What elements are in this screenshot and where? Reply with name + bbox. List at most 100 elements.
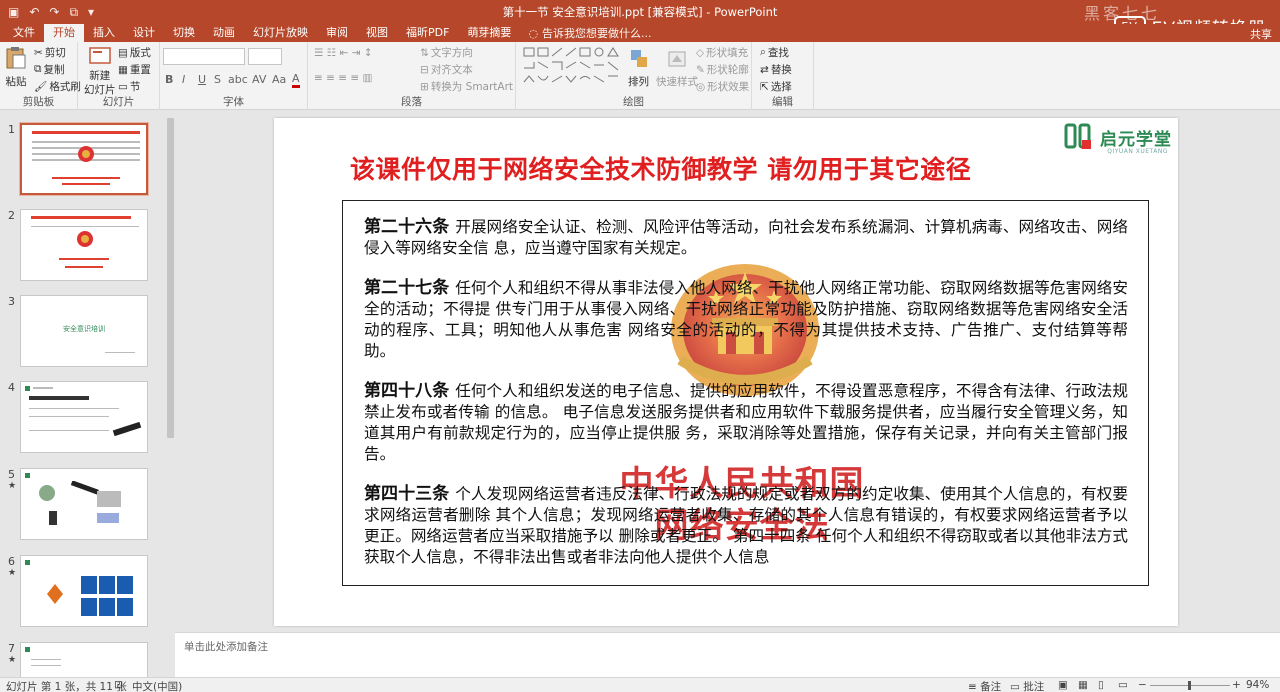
share-button[interactable]: 共享 bbox=[1250, 26, 1272, 42]
thumb-number: 1 bbox=[8, 123, 15, 136]
redo-icon[interactable]: ↷ bbox=[49, 5, 59, 19]
animation-star-icon: ★ bbox=[8, 655, 17, 665]
thumb-caption: 安全意识培训 bbox=[63, 325, 105, 333]
tab-foxit-pdf[interactable]: 福昕PDF bbox=[397, 24, 458, 42]
slideshow-icon[interactable]: ⧉ bbox=[69, 5, 78, 20]
slide-thumbnail-panel: 1 2 3 安全意识培训 4 5 ★ 6 ★ 7 ★ bbox=[0, 111, 165, 677]
slideshow-view-icon[interactable]: ▭ bbox=[1118, 679, 1128, 691]
slide-thumbnail-5[interactable] bbox=[20, 468, 148, 540]
select-button[interactable]: ⇱ 选择 bbox=[760, 79, 792, 94]
save-icon[interactable]: ▣ bbox=[8, 5, 19, 19]
illustration-thumb-icon bbox=[39, 481, 121, 525]
smartart-button[interactable]: ⊞ 转换为 SmartArt bbox=[420, 79, 513, 94]
char-spacing-button[interactable]: AV bbox=[252, 73, 266, 86]
article-43: 第四十三条 个人发现网络运营者违反法律、行政法规的规定或者双方的约定收集、使用其个… bbox=[364, 484, 1128, 566]
italic-button[interactable]: I bbox=[182, 73, 185, 86]
text-direction-icon: ⇅ bbox=[420, 46, 429, 59]
reading-view-icon[interactable]: ▯ bbox=[1098, 679, 1104, 691]
brush-icon: 🖌 bbox=[34, 81, 48, 93]
font-name-input[interactable] bbox=[163, 48, 245, 65]
tell-me-box[interactable]: ◌ 告诉我您想要做什么... bbox=[520, 24, 651, 42]
font-size-input[interactable] bbox=[248, 48, 282, 65]
ribbon-home: 粘贴 ✂ 剪切 ⧉ 复制 🖌 格式刷 剪贴板 新建 幻灯片 ▤ 版式 ▦ 重置 ▭ 节 幻灯… bbox=[0, 42, 1280, 110]
article-26: 第二十六条 开展网络安全认证、检测、风险评估等活动，向社会发布系统漏洞、计算机病毒… bbox=[364, 217, 1128, 257]
slide-thumbnail-3[interactable]: 安全意识培训 bbox=[20, 295, 148, 367]
thumbnail-scroll-thumb[interactable] bbox=[167, 118, 174, 438]
warning-signs-thumb-icon bbox=[47, 576, 133, 616]
new-slide-button[interactable]: 新建 幻灯片 bbox=[84, 46, 116, 96]
tab-file[interactable]: 文件 bbox=[4, 24, 44, 42]
slide-count: 幻灯片 第 1 张，共 11 张 bbox=[6, 681, 127, 692]
tab-design[interactable]: 设计 bbox=[124, 24, 164, 42]
slide-thumbnail-1[interactable] bbox=[19, 122, 149, 196]
quick-styles-button[interactable]: 快速样式 bbox=[656, 48, 698, 89]
spellcheck-icon[interactable]: ⊡ bbox=[114, 679, 123, 691]
slide-thumbnail-4[interactable] bbox=[20, 381, 148, 453]
replace-button[interactable]: ⇄ 替换 bbox=[760, 62, 792, 77]
undo-icon[interactable]: ↶ bbox=[29, 5, 39, 19]
lightbulb-icon: ◌ bbox=[528, 26, 539, 40]
slides-group: 新建 幻灯片 ▤ 版式 ▦ 重置 ▭ 节 幻灯片 bbox=[78, 42, 160, 110]
slide-thumbnail-7[interactable] bbox=[20, 642, 148, 677]
thumb-number: 3 bbox=[8, 295, 15, 308]
clipboard-label: 剪贴板 bbox=[22, 96, 55, 108]
reset-button[interactable]: ▦ 重置 bbox=[118, 62, 151, 77]
animation-star-icon: ★ bbox=[8, 481, 17, 491]
tab-review[interactable]: 审阅 bbox=[317, 24, 357, 42]
align-buttons[interactable]: ≡ ≡ ≡ ≡ ▥ bbox=[314, 72, 372, 84]
copy-button[interactable]: ⧉ 复制 bbox=[34, 62, 65, 77]
tab-transitions[interactable]: 切换 bbox=[164, 24, 204, 42]
align-text-button[interactable]: ⊟ 对齐文本 bbox=[420, 62, 473, 77]
slide-thumbnail-2[interactable] bbox=[20, 209, 148, 281]
zoom-out-icon[interactable]: − bbox=[1138, 679, 1147, 691]
bullets-button[interactable]: ☰ ☷ ⇤ ⇥ ↕ bbox=[314, 47, 373, 59]
find-button[interactable]: ⌕ 查找 bbox=[760, 45, 789, 60]
format-painter-button[interactable]: 🖌 格式刷 bbox=[34, 79, 81, 94]
tab-home[interactable]: 开始 bbox=[44, 24, 84, 42]
effects-icon: ◎ bbox=[696, 80, 706, 93]
tab-insert[interactable]: 插入 bbox=[84, 24, 124, 42]
thumb-number: 6 bbox=[8, 555, 15, 568]
tab-summary[interactable]: 萌芽摘要 bbox=[458, 24, 520, 42]
section-button[interactable]: ▭ 节 bbox=[118, 79, 140, 94]
slide-sorter-icon[interactable]: ▦ bbox=[1078, 679, 1088, 691]
shadow-button[interactable]: abc bbox=[228, 73, 248, 86]
status-bar: 幻灯片 第 1 张，共 11 张 ⊡ 中文(中国) ≡ 备注 ▭ 批注 ▣ ▦ … bbox=[0, 677, 1280, 692]
zoom-in-icon[interactable]: + bbox=[1232, 679, 1241, 691]
shape-fill-button[interactable]: ◇ 形状填充 bbox=[696, 45, 748, 60]
tab-slideshow[interactable]: 幻灯片放映 bbox=[244, 24, 317, 42]
shapes-gallery-icon[interactable] bbox=[522, 46, 620, 92]
notes-toggle-button[interactable]: ≡ 备注 bbox=[968, 679, 1001, 692]
thumb-number: 7 bbox=[8, 642, 15, 655]
layout-button[interactable]: ▤ 版式 bbox=[118, 45, 151, 60]
arrange-button[interactable]: 排列 bbox=[628, 48, 649, 89]
notes-pane[interactable]: 单击此处添加备注 bbox=[175, 632, 1280, 677]
list-icon: ☰ ☷ ⇤ ⇥ ↕ bbox=[314, 47, 373, 59]
law-text-box[interactable]: 第二十六条 开展网络安全认证、检测、风险评估等活动，向社会发布系统漏洞、计算机病毒… bbox=[342, 200, 1149, 586]
align-icon: ≡ ≡ ≡ ≡ ▥ bbox=[314, 72, 373, 84]
shape-effects-button[interactable]: ◎ 形状效果 bbox=[696, 79, 749, 94]
thumb-number: 4 bbox=[8, 381, 15, 394]
align-text-icon: ⊟ bbox=[420, 63, 429, 76]
tab-view[interactable]: 视图 bbox=[357, 24, 397, 42]
normal-view-icon[interactable]: ▣ bbox=[1058, 679, 1068, 691]
comments-toggle-button[interactable]: ▭ 批注 bbox=[1010, 679, 1044, 692]
shape-outline-button[interactable]: ✎ 形状轮廓 bbox=[696, 62, 749, 77]
cut-button[interactable]: ✂ 剪切 bbox=[34, 45, 66, 60]
bold-button[interactable]: B bbox=[165, 73, 173, 86]
underline-button[interactable]: U bbox=[198, 73, 206, 86]
quick-styles-icon bbox=[668, 51, 686, 67]
slide-thumbnail-6[interactable] bbox=[20, 555, 148, 627]
text-direction-button[interactable]: ⇅ 文字方向 bbox=[420, 45, 473, 60]
customize-qat-icon[interactable]: ▾ bbox=[88, 5, 94, 19]
strikethrough-button[interactable]: S bbox=[214, 73, 221, 86]
slide-canvas[interactable]: 启元学堂 QIYUAN XUETANG 该课件仅用于网络安全技术防御教学 请勿用… bbox=[274, 118, 1178, 626]
paste-button[interactable]: 粘贴 bbox=[5, 46, 27, 89]
language-indicator[interactable]: 中文(中国) bbox=[132, 679, 182, 692]
change-case-button[interactable]: Aa bbox=[272, 73, 286, 86]
zoom-slider-thumb[interactable] bbox=[1188, 681, 1191, 690]
tell-me-placeholder: 告诉我您想要做什么... bbox=[542, 26, 652, 40]
tab-animations[interactable]: 动画 bbox=[204, 24, 244, 42]
zoom-level[interactable]: 94% bbox=[1246, 679, 1269, 691]
font-color-button[interactable]: A bbox=[292, 73, 300, 88]
